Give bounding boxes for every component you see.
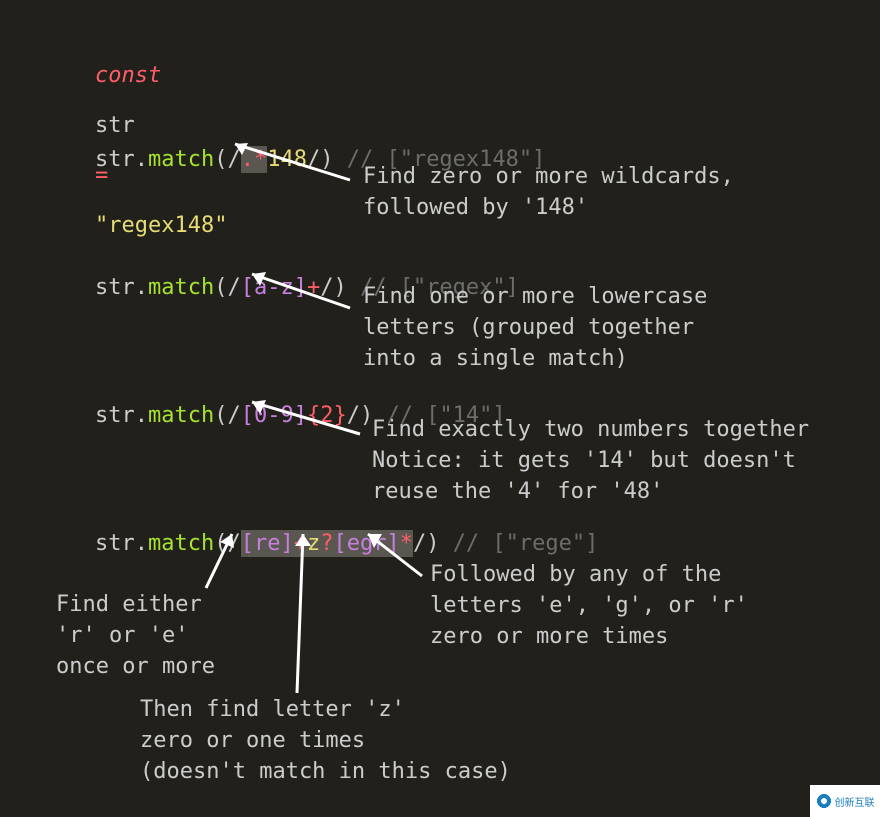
regex-slash: / — [227, 403, 240, 428]
dot: . — [135, 403, 148, 428]
annotation-1: Find zero or more wildcards, followed by… — [363, 162, 734, 224]
method: match — [148, 403, 214, 428]
regex-dotstar: .* — [241, 147, 268, 172]
annotation-3: Find exactly two numbers together Notice… — [372, 415, 809, 507]
annotation-2: Find one or more lowercase letters (grou… — [363, 282, 707, 374]
paren-open: ( — [214, 275, 227, 300]
dot: . — [135, 147, 148, 172]
regex-slash: / — [227, 531, 240, 556]
regex-charclass: [0-9] — [241, 403, 307, 428]
regex-slash: / — [347, 403, 360, 428]
regex-quant-plus: + — [294, 531, 307, 556]
regex-quant-q: ? — [320, 531, 333, 556]
identifier: str — [95, 403, 135, 428]
string-literal: "regex148" — [95, 213, 227, 238]
paren-open: ( — [214, 147, 227, 172]
regex-charclass: [a-z] — [241, 275, 307, 300]
paren-open: ( — [214, 531, 227, 556]
paren-open: ( — [214, 403, 227, 428]
dot: . — [135, 275, 148, 300]
regex-charclass-egr: [egr] — [333, 531, 399, 556]
paren-close: ) — [333, 275, 346, 300]
regex-slash: / — [227, 275, 240, 300]
regex-slash: / — [307, 147, 320, 172]
watermark-logo-icon — [816, 793, 832, 809]
method: match — [148, 147, 214, 172]
code-diagram: const str = "regex148" str.match(/.*148/… — [0, 0, 880, 817]
regex-slash: / — [320, 275, 333, 300]
identifier: str — [95, 147, 135, 172]
regex-quant-star: * — [400, 531, 413, 556]
annotation-4a: Find either 'r' or 'e' once or more — [56, 590, 215, 682]
regex-quant: {2} — [307, 403, 347, 428]
watermark: 创新互联 — [810, 785, 880, 817]
keyword-const: const — [95, 63, 161, 88]
method: match — [148, 531, 214, 556]
regex-slash: / — [227, 147, 240, 172]
identifier: str — [95, 275, 135, 300]
regex-slash: / — [413, 531, 426, 556]
paren-close: ) — [320, 147, 333, 172]
regex-z: z — [307, 531, 320, 556]
regex-literal: 148 — [267, 147, 307, 172]
method: match — [148, 275, 214, 300]
annotation-4b: Then find letter 'z' zero or one times (… — [140, 695, 511, 787]
regex-quant: + — [307, 275, 320, 300]
paren-close: ) — [426, 531, 439, 556]
identifier: str — [95, 531, 135, 556]
annotation-4c: Followed by any of the letters 'e', 'g',… — [430, 560, 748, 652]
dot: . — [135, 531, 148, 556]
comment: // ["rege"] — [453, 531, 599, 556]
watermark-text: 创新互联 — [835, 794, 875, 809]
regex-charclass-re: [re] — [241, 531, 294, 556]
